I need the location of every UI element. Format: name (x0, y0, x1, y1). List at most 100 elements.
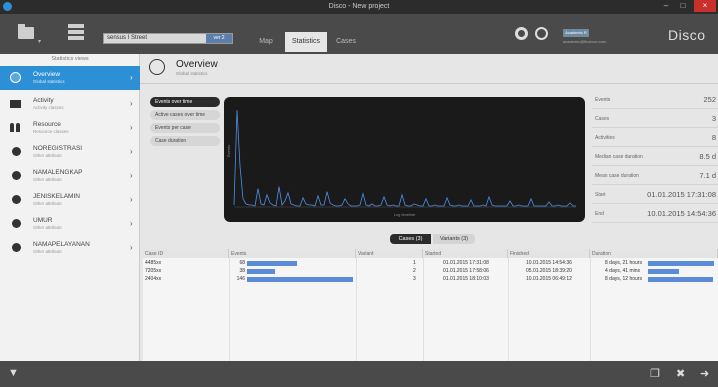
chart-y-axis-label: Events (226, 144, 231, 157)
toolbar: ▾ sensus I Street ver 2 Map Statistics C… (0, 14, 718, 54)
bottom-bar: ▼ ❐ ✖ ➜ (0, 361, 718, 387)
chevron-right-icon: › (130, 195, 133, 204)
attribute-icon (12, 171, 21, 180)
page-subtitle: Global statistics (176, 71, 208, 76)
events-series-line (233, 110, 576, 207)
chevron-right-icon: › (130, 243, 133, 252)
finished-cell: 10.01.2015 14:54:36 (526, 260, 572, 266)
sidebar-item-label: NAMAPELAYANAN (33, 241, 90, 248)
stat-median-duration: Median case duration 8.5 d (592, 147, 718, 166)
stat-events: Events 252 (592, 90, 718, 109)
events-over-time-chart[interactable]: Events Log timeline (224, 97, 585, 222)
stat-value: 252 (703, 95, 716, 104)
sidebar-item-sublabel: Resource classes (33, 129, 69, 134)
resource-icon (10, 122, 21, 133)
globe-icon (149, 59, 165, 75)
tab-map[interactable]: Map (255, 32, 277, 52)
license-badge: Academic R (563, 29, 589, 37)
copy-icon[interactable]: ❐ (650, 367, 660, 380)
events-cell: 146 (236, 276, 245, 282)
table-row[interactable]: 4485xx 68 1 01.01.2015 17:31:08 10.01.2015 1… (143, 260, 718, 267)
page-title: Overview (176, 59, 218, 70)
chart-option-events-per-case[interactable]: Events per case (150, 123, 220, 133)
chart-option-events-over-time[interactable]: Events over time (150, 97, 220, 107)
sidebar-item-sublabel: Other attribute (33, 201, 62, 206)
statistics-sidebar: Statistics views Overview Global statist… (0, 54, 140, 361)
sidebar-item-sublabel: Other attribute (33, 225, 62, 230)
column-header-events[interactable]: Events (229, 249, 356, 258)
close-icon[interactable]: ✖ (676, 367, 685, 380)
stat-start: Start 01.01.2015 17:31:08 (592, 185, 718, 204)
sidebar-item-jeniskelamin[interactable]: JENISKELAMIN Other attribute › (0, 188, 140, 212)
case-id-cell: 4485xx (145, 260, 162, 266)
project-database-icon[interactable] (68, 24, 86, 40)
table-row[interactable]: 2404xx 146 3 01.01.2015 18:10:03 10.01.2015 … (143, 276, 718, 283)
minimize-button[interactable]: – (658, 0, 674, 12)
case-id-cell: 7205xx (145, 268, 162, 274)
stat-label: Events (595, 97, 611, 103)
sidebar-item-sublabel: Other attribute (33, 177, 62, 182)
close-window-button[interactable]: × (694, 0, 716, 12)
stat-mean-duration: Mean case duration 7.1 d (592, 166, 718, 185)
settings-gear-icon[interactable] (515, 27, 528, 40)
sidebar-item-umur[interactable]: UMUR Other attribute › (0, 212, 140, 236)
project-version-button[interactable]: ver 2 (206, 34, 232, 43)
chevron-down-icon[interactable]: ▾ (38, 38, 41, 45)
export-arrow-icon[interactable]: ➜ (700, 367, 709, 380)
chevron-right-icon: › (130, 171, 133, 180)
stat-end: End 10.01.2015 14:54:36 (592, 204, 718, 223)
table-row[interactable]: 7205xx 38 2 01.01.2015 17:58:06 05.01.2015 1… (143, 268, 718, 275)
variant-cell: 3 (413, 276, 416, 282)
chart-option-active-cases[interactable]: Active cases over time (150, 110, 220, 120)
stat-value: 8.5 d (699, 152, 716, 161)
stat-label: Activities (595, 135, 615, 141)
stat-value: 8 (711, 133, 716, 142)
sidebar-item-namalengkap[interactable]: NAMALENGKAP Other attribute › (0, 164, 140, 188)
sidebar-item-activity[interactable]: Activity Activity classes › (0, 92, 140, 116)
sidebar-item-label: Overview (33, 71, 61, 78)
sidebar-item-label: Activity (33, 97, 54, 104)
cases-table: Case ID Events Variant Started Finished … (143, 249, 718, 361)
duration-cell: 4 days, 41 mins (605, 268, 641, 274)
chevron-right-icon: › (130, 219, 133, 228)
column-header-started[interactable]: Started (423, 249, 508, 258)
events-cell: 68 (239, 260, 245, 266)
license-email: academic@fluxicon.com (563, 39, 607, 44)
started-cell: 01.01.2015 17:58:06 (443, 268, 489, 274)
activity-icon (10, 100, 21, 108)
open-folder-icon[interactable] (18, 24, 36, 40)
help-icon[interactable] (535, 27, 548, 40)
duration-cell: 8 days, 21 hours (605, 260, 642, 266)
case-id-cell: 2404xx (145, 276, 162, 282)
sidebar-item-resource[interactable]: Resource Resource classes › (0, 116, 140, 140)
sidebar-item-label: NAMALENGKAP (33, 169, 83, 176)
chevron-right-icon: › (130, 99, 133, 108)
sidebar-item-sublabel: Global statistics (33, 79, 65, 84)
variants-toggle-button[interactable]: Variants (3) (433, 234, 475, 244)
cases-toggle-button[interactable]: Cases (3) (390, 234, 431, 244)
column-header-duration[interactable]: Duration (590, 249, 718, 258)
tab-cases[interactable]: Cases (331, 32, 361, 52)
app-logo: Disco (668, 27, 706, 43)
column-header-finished[interactable]: Finished (508, 249, 590, 258)
maximize-button[interactable]: □ (675, 0, 691, 12)
chart-canvas (233, 110, 576, 208)
sidebar-item-namapelayanan[interactable]: NAMAPELAYANAN Other attribute › (0, 236, 140, 260)
window-title: Disco - New project (328, 3, 390, 10)
tab-statistics[interactable]: Statistics (285, 32, 327, 52)
stat-value: 10.01.2015 14:54:36 (647, 209, 716, 218)
title-bar: Disco - New project – □ × (0, 0, 718, 14)
globe-icon (10, 72, 21, 83)
stat-label: Cases (595, 116, 610, 122)
column-header-case-id[interactable]: Case ID (143, 249, 229, 258)
sidebar-item-overview[interactable]: Overview Global statistics › (0, 66, 140, 90)
stat-activities: Activities 8 (592, 128, 718, 147)
column-header-variant[interactable]: Variant (356, 249, 423, 258)
filter-icon[interactable]: ▼ (8, 367, 19, 379)
attribute-icon (12, 147, 21, 156)
chart-option-case-duration[interactable]: Case duration (150, 136, 220, 146)
stat-label: Median case duration (595, 154, 643, 160)
sidebar-item-noregistrasi[interactable]: NOREGISTRASI Other attribute › (0, 140, 140, 164)
stat-label: End (595, 211, 604, 217)
duration-bar (648, 277, 713, 282)
